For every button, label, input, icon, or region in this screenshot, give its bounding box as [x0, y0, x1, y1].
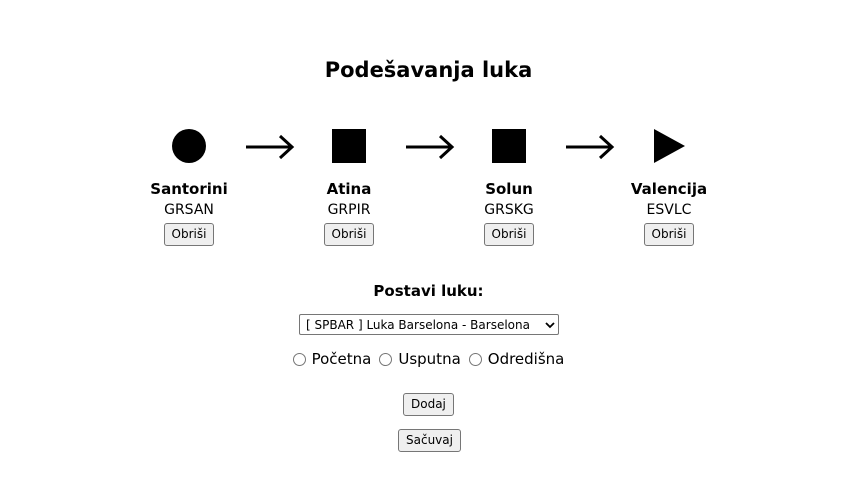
square-icon — [454, 124, 564, 168]
add-port-button[interactable]: Dodaj — [403, 393, 454, 416]
stop-code: GRPIR — [327, 202, 371, 218]
arrow-right-icon — [406, 134, 455, 160]
stop-code: ESVLC — [646, 202, 692, 218]
radio-label: Odredišna — [487, 350, 565, 368]
port-select-value: [ SPBAR ] Luka Barselona - Barselona — [306, 317, 530, 332]
route-stop-atina: Atina GRPIR Obriši — [294, 124, 404, 246]
stop-name: Solun — [485, 180, 533, 198]
radio-circle[interactable] — [292, 352, 306, 366]
radio-pocetna[interactable]: Početna — [292, 350, 372, 368]
radio-circle[interactable] — [379, 352, 393, 366]
arrow-right-icon — [246, 134, 295, 160]
stop-name: Atina — [326, 180, 372, 198]
radio-odredisna[interactable]: Odredišna — [468, 350, 565, 368]
radio-label: Usputna — [398, 350, 461, 368]
port-select[interactable]: [ SPBAR ] Luka Barselona - Barselona — [299, 314, 559, 335]
arrow-right-icon — [566, 134, 615, 160]
set-port-label: Postavi luku: — [373, 282, 484, 300]
radio-label: Početna — [311, 350, 372, 368]
port-select-box[interactable]: [ SPBAR ] Luka Barselona - Barselona — [299, 314, 559, 335]
stop-code: GRSAN — [164, 202, 214, 218]
route-stop-valencija: Valencija ESVLC Obriši — [614, 124, 724, 246]
delete-stop-button[interactable]: Obriši — [323, 223, 375, 246]
radio-circle[interactable] — [468, 352, 482, 366]
delete-stop-button[interactable]: Obriši — [163, 223, 215, 246]
save-button[interactable]: Sačuvaj — [398, 429, 461, 452]
radio-usputna[interactable]: Usputna — [379, 350, 461, 368]
port-settings-page: Podešavanja luka Santorini GRSAN Obriši … — [0, 0, 857, 497]
delete-stop-button[interactable]: Obriši — [643, 223, 695, 246]
stop-code: GRSKG — [484, 202, 534, 218]
page-title: Podešavanja luka — [324, 58, 533, 82]
stop-name: Santorini — [150, 180, 228, 198]
port-type-radio-group: Početna Usputna Odredišna — [0, 350, 857, 368]
delete-stop-button[interactable]: Obriši — [483, 223, 535, 246]
triangle-icon — [614, 124, 724, 168]
route-stop-santorini: Santorini GRSAN Obriši — [134, 124, 244, 246]
stop-name: Valencija — [630, 180, 708, 198]
circle-icon — [134, 124, 244, 168]
square-icon — [294, 124, 404, 168]
route-stop-solun: Solun GRSKG Obriši — [454, 124, 564, 246]
chevron-down-icon — [542, 321, 558, 329]
